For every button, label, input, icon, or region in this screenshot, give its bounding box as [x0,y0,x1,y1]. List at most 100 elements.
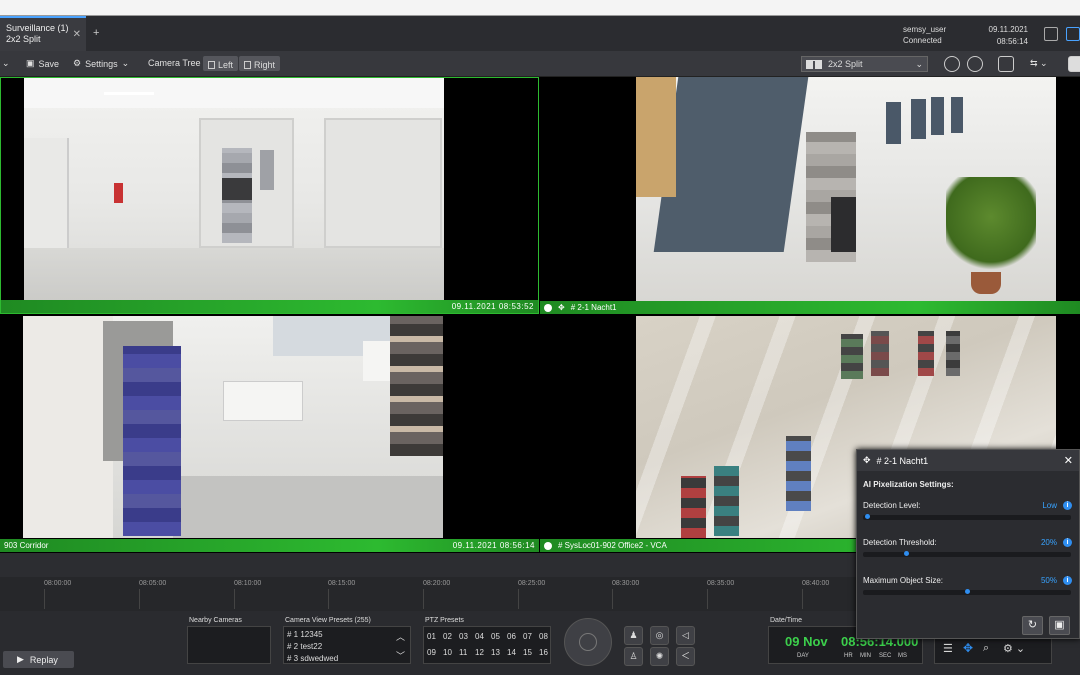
max-object-size-value: 50% [1040,576,1057,585]
ptz-preset[interactable]: 07 [523,632,539,641]
video-cell-2[interactable]: ✥ # 2-1 Nacht1 [540,77,1080,314]
zoom-out-icon[interactable]: ＜ [676,647,695,666]
date-day: 09 Nov [785,634,828,649]
detection-threshold-value: 20% [1040,538,1057,547]
gear-icon[interactable]: ⚙ ⌄ [1003,642,1025,655]
ptz-preset[interactable]: 03 [459,632,475,641]
timeline-tick: 08:05:00 [139,580,167,587]
panel-title: AI Pixelization Settings: [863,480,954,489]
timeline-tick: 08:20:00 [423,580,451,587]
edit-icon[interactable] [1068,56,1080,72]
ptz-preset[interactable]: 13 [491,648,507,657]
chevron-down-icon: ⌄ [915,58,923,69]
report-icon[interactable] [1044,27,1058,41]
ptz-joystick[interactable] [564,618,612,666]
ptz-preset[interactable]: 02 [443,632,459,641]
ptz-preset[interactable]: 14 [507,648,523,657]
filter-dropdown-icon[interactable]: ⇆ ⌄ [1030,58,1048,69]
ptz-preset[interactable]: 16 [539,648,555,657]
ptz-icon: ✥ [558,303,565,312]
ptz-preset[interactable]: 11 [459,648,475,657]
settings-button[interactable]: ⚙ Settings ⌄ [73,58,129,69]
tab-close-icon[interactable]: ✕ [73,29,81,40]
preset-item[interactable]: # 1 12345 [284,629,410,641]
camera-tree-right-toggle[interactable]: Right [239,56,281,71]
notification-bell-icon[interactable] [1066,27,1080,41]
ptz-preset[interactable]: 04 [475,632,491,641]
ptz-preset[interactable]: 15 [523,648,539,657]
reset-button[interactable]: ↻ [1022,616,1043,635]
ptz-preset[interactable]: 08 [539,632,555,641]
nearby-cameras-list[interactable] [187,626,271,664]
save-button[interactable]: ▣ Save [26,58,59,69]
header-datetime: 09.11.2021 08:56:14 [983,24,1028,48]
ptz-preset[interactable]: 09 [427,648,443,657]
user-info: semsy_user Connected [903,24,946,46]
close-icon[interactable]: ✕ [1064,454,1073,467]
preset-item[interactable]: # 2 test22 [284,641,410,653]
camera-status-icon [544,303,552,312]
sliders-icon[interactable]: ☰ [943,642,953,655]
detection-threshold-slider[interactable] [863,551,1071,557]
scroll-down-icon[interactable]: ﹀ [396,649,405,662]
panel-header: ✥ # 2-1 Nacht1 ✕ [857,450,1079,471]
header-time: 08:56:14 [996,37,1028,46]
window-top-strip [0,0,1080,16]
ptz-preset[interactable]: 05 [491,632,507,641]
audio-icon[interactable]: ◁ [676,626,695,645]
ptz-target-icon[interactable] [944,56,960,72]
datetime-label: Date/Time [770,617,803,624]
ptz-preset[interactable]: 10 [443,648,459,657]
timeline-tick: 08:00:00 [44,580,72,587]
max-object-size-slider[interactable] [863,589,1071,595]
menu-chevron-icon[interactable]: ⌄ [2,58,10,69]
username: semsy_user [903,25,947,34]
camera-status-icon [544,541,552,550]
pixelate-icon[interactable]: ✥ [963,641,973,655]
max-object-size-label: Maximum Object Size: [863,576,944,585]
slider-knob[interactable] [964,589,970,594]
ptz-presets-box: 01 02 03 04 05 06 07 08 09 10 11 12 13 14 15 16 [423,626,551,664]
preset-item[interactable]: # 3 sdwedwed [284,653,410,665]
tab-surveillance[interactable]: Surveillance (1) 2x2 Split ✕ [0,16,86,51]
presets-list[interactable]: # 1 12345 # 2 test22 # 3 sdwedwed ︿ ﹀ [283,626,411,664]
replay-button[interactable]: ▶ Replay [3,651,74,668]
video-cell-3[interactable]: 903 Corridor 09.11.2021 08:56:14 [0,315,539,552]
info-icon[interactable]: i [1063,538,1072,547]
video-cell-1[interactable]: 09.11.2021 08:53:52 [0,77,539,314]
ptz-preset[interactable]: 06 [507,632,523,641]
camera-timestamp: 09.11.2021 08:53:52 [451,302,534,311]
layout-select[interactable]: 2x2 Split ⌄ [801,56,928,72]
add-tab-button[interactable]: + [93,27,99,39]
ptz-presets-label: PTZ Presets [425,617,464,624]
save-settings-button[interactable]: ▣ [1049,616,1070,635]
detection-level-label: Detection Level: [863,501,921,510]
camera-tree-left-toggle[interactable]: Left [203,56,239,71]
toolbar: ⌄ ▣ Save ⚙ Settings ⌄ Camera Tree Left R… [0,51,1080,77]
camera-feed-corridor [23,316,443,538]
timeline-tick: 08:25:00 [518,580,546,587]
ptz-preset[interactable]: 01 [427,632,443,641]
person-icon[interactable]: ♟ [624,626,643,645]
slider-knob[interactable] [903,551,909,556]
iris-icon[interactable]: ✺ [650,647,669,666]
camera-status-bar: ✥ # 2-1 Nacht1 [540,301,1080,314]
nearby-cameras-label: Nearby Cameras [189,617,242,624]
detection-level-slider[interactable] [863,514,1071,520]
camera-status-bar: 903 Corridor 09.11.2021 08:56:14 [0,539,539,552]
slider-knob[interactable] [865,514,871,519]
panel-camera-name: # 2-1 Nacht1 [876,455,929,466]
camera-timestamp: 09.11.2021 08:56:14 [452,541,535,550]
info-icon[interactable]: i [1063,576,1072,585]
ptz-rotate-icon[interactable] [967,56,983,72]
location-pin-icon[interactable] [998,56,1014,72]
focus-icon[interactable]: ◎ [650,626,669,645]
detection-threshold-label: Detection Threshold: [863,538,937,547]
gear-icon: ⚙ [73,58,82,68]
info-icon[interactable]: i [1063,501,1072,510]
search-icon[interactable]: ⌕ [983,642,989,655]
detection-level-value: Low [1042,501,1057,510]
walk-icon[interactable]: ♙ [624,647,643,666]
scroll-up-icon[interactable]: ︿ [396,630,405,643]
ptz-preset[interactable]: 12 [475,648,491,657]
